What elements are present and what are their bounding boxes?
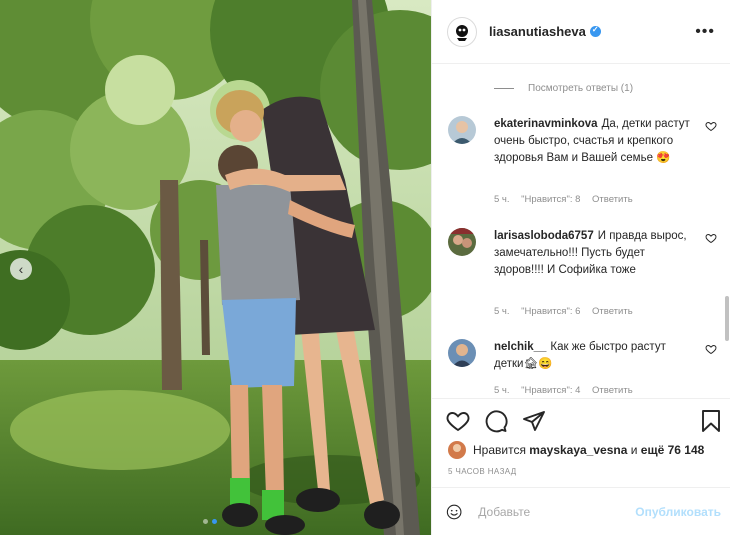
commenter-avatar[interactable] [448, 228, 476, 256]
author-avatar[interactable] [447, 16, 477, 47]
carousel-dot-active [212, 519, 217, 524]
post-details-panel: liasanutiasheva ••• Посмотреть ответы (1… [431, 0, 730, 535]
heart-icon[interactable] [705, 343, 717, 355]
comment-likes[interactable]: "Нравится": 8 [521, 194, 580, 205]
post-actions: Нравится mayskaya_vesna и ещё 76 148 5 Ч… [432, 398, 730, 536]
likes-count[interactable]: ещё 76 148 [641, 443, 705, 457]
publish-button[interactable]: Опубликовать [635, 505, 721, 519]
reply-button[interactable]: Ответить [592, 194, 633, 205]
author-logo-icon [456, 24, 468, 41]
likes-summary: Нравится mayskaya_vesna и ещё 76 148 [448, 441, 704, 459]
commenter-avatar[interactable] [448, 339, 476, 367]
comment-meta: 5 ч. "Нравится": 4 Ответить [494, 385, 642, 396]
view-replies-link[interactable]: Посмотреть ответы (1) [494, 83, 633, 94]
more-horizontal-icon[interactable]: ••• [695, 23, 715, 41]
comment-time[interactable]: 5 ч. [494, 306, 510, 317]
add-comment-bar: Опубликовать [432, 487, 730, 535]
comment-meta: 5 ч. "Нравится": 6 Ответить [494, 306, 642, 317]
commenter-avatar[interactable] [448, 116, 476, 144]
comment-text: nelchik__ Как же быстро растут детки🏚😄 [494, 339, 690, 373]
comments-scrollbar[interactable] [725, 296, 729, 341]
avatar-image [448, 441, 466, 459]
chevron-left-icon: ‹ [18, 260, 24, 277]
comment-text: ekaterinavminkova Да, детки растут очень … [494, 116, 690, 167]
comment-time[interactable]: 5 ч. [494, 194, 510, 205]
emoji-smile-icon[interactable] [446, 501, 462, 523]
bookmark-icon[interactable] [699, 409, 723, 433]
comment-username[interactable]: nelchik__ [494, 341, 546, 353]
comments-list: Посмотреть ответы (1) ekaterinavminkova Д… [432, 64, 725, 398]
photo-illustration [0, 0, 431, 535]
comment-input[interactable] [476, 503, 636, 520]
post-photo[interactable]: ‹ [0, 0, 431, 535]
likes-mid: и [630, 443, 638, 457]
replies-divider [494, 88, 514, 89]
comment-username[interactable]: ekaterinavminkova [494, 118, 598, 130]
comment-likes[interactable]: "Нравится": 4 [521, 385, 580, 396]
post-header: liasanutiasheva ••• [432, 0, 730, 64]
comment-meta: 5 ч. "Нравится": 8 Ответить [494, 194, 642, 205]
previous-photo-button[interactable]: ‹ [10, 258, 32, 280]
comment-bubble-icon[interactable] [484, 409, 508, 433]
post-time-ago[interactable]: 5 ЧАСОВ НАЗАД [448, 467, 517, 476]
heart-icon[interactable] [705, 232, 717, 244]
heart-icon[interactable] [705, 120, 717, 132]
action-icons [446, 409, 723, 435]
carousel-indicator [203, 519, 217, 524]
share-send-icon[interactable] [522, 409, 546, 433]
avatar-image [448, 228, 476, 256]
likes-prefix: Нравится [473, 443, 526, 457]
likes-user[interactable]: mayskaya_vesna [529, 443, 627, 457]
comment-likes[interactable]: "Нравится": 6 [521, 306, 580, 317]
avatar-image [448, 116, 476, 144]
comment-username[interactable]: larisasloboda6757 [494, 230, 594, 242]
liker-avatar[interactable] [448, 441, 466, 459]
instagram-post-view: ‹ liasanutiasheva ••• Посм [0, 0, 730, 535]
reply-button[interactable]: Ответить [592, 306, 633, 317]
carousel-dot [203, 519, 208, 524]
comment-text: larisasloboda6757 И правда вырос, замечат… [494, 228, 690, 279]
comment-time[interactable]: 5 ч. [494, 385, 510, 396]
avatar-image [448, 339, 476, 367]
view-replies-label: Посмотреть ответы (1) [528, 83, 634, 94]
verified-badge-icon [589, 25, 601, 37]
author-username[interactable]: liasanutiasheva [489, 24, 586, 39]
like-heart-icon[interactable] [446, 409, 470, 433]
reply-button[interactable]: Ответить [592, 385, 633, 396]
